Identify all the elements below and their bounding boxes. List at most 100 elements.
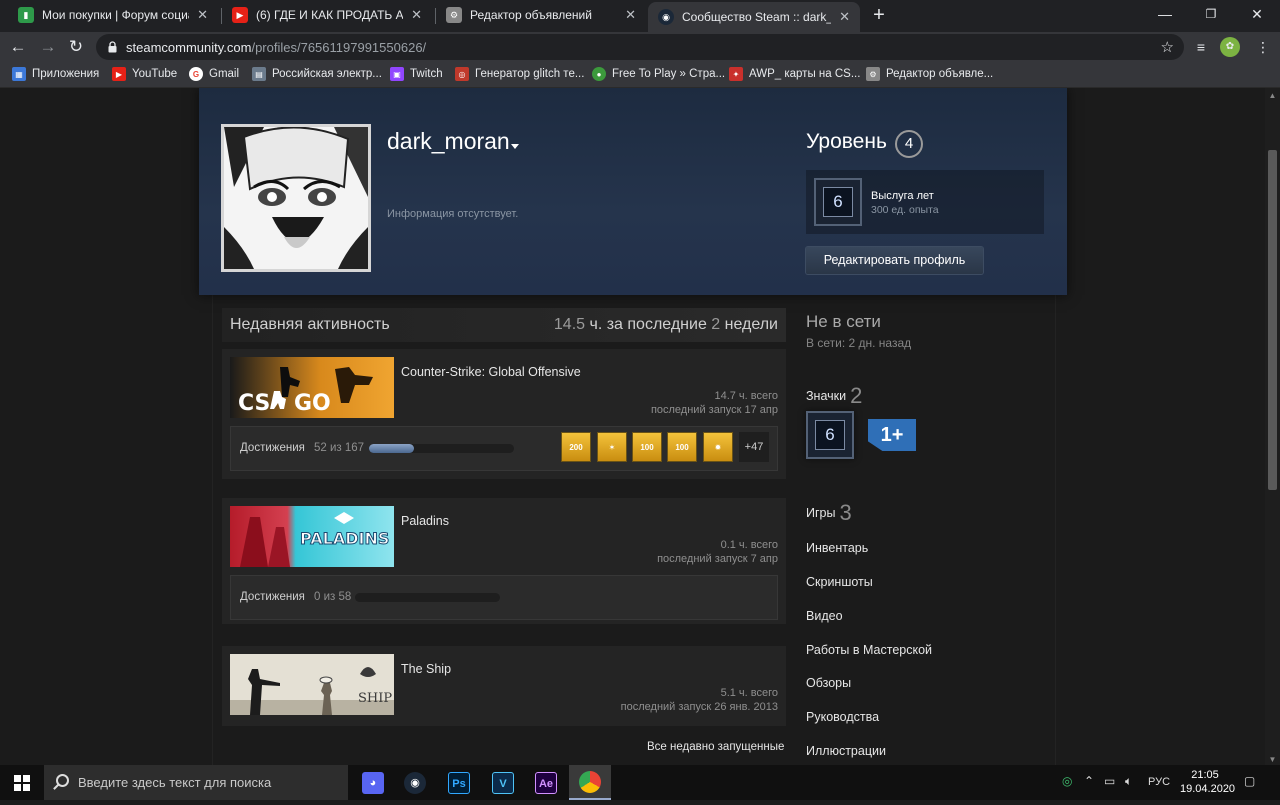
windows-start-button[interactable] (0, 765, 44, 800)
reviews-link[interactable]: Обзоры (806, 676, 851, 690)
back-arrow-icon[interactable]: ← (6, 35, 30, 59)
tab-title: Сообщество Steam :: dark_mora (682, 10, 831, 24)
page-viewport: dark_moran Информация отсутствует. Урове… (0, 88, 1265, 768)
achievement-icon[interactable]: ✶ (597, 432, 627, 462)
more-achievements[interactable]: +47 (739, 432, 769, 462)
csgo-capsule-image[interactable]: CS GO (230, 357, 394, 418)
volume-icon[interactable]: 🔈︎ (1125, 774, 1132, 789)
media-controls-icon[interactable]: ≡ (1190, 36, 1212, 58)
discord-icon: ◕ (362, 771, 384, 794)
menu-dots-icon[interactable]: ⋮ (1252, 36, 1274, 58)
new-tab-button[interactable]: + (868, 4, 890, 26)
bookmark-ad-editor[interactable]: ⚙ Редактор объявле... (866, 67, 993, 81)
taskbar-after-effects[interactable]: Ae (525, 765, 567, 800)
close-icon[interactable]: ✕ (839, 9, 850, 25)
game-name[interactable]: Paladins (401, 514, 449, 528)
language-indicator[interactable]: РУС (1148, 776, 1170, 788)
document-icon: ▤ (252, 67, 266, 81)
bookmark-free-to-play[interactable]: ● Free To Play » Стра... (592, 67, 725, 81)
bookmark-twitch[interactable]: ▣ Twitch (390, 67, 443, 81)
taskbar-vegas[interactable]: V (482, 765, 524, 800)
all-recent-games-link[interactable]: Все недавно запущенные (647, 741, 784, 753)
achievements-count: 52 из 167 (314, 442, 365, 454)
browser-tab-steam[interactable]: ◉ Сообщество Steam :: dark_mora ✕ (648, 2, 860, 32)
profile-avatar[interactable] (221, 124, 371, 272)
close-icon[interactable]: ✕ (411, 7, 422, 23)
network-icon[interactable]: ▭ (1104, 774, 1115, 788)
guides-link[interactable]: Руководства (806, 710, 879, 724)
artwork-link[interactable]: Иллюстрации (806, 744, 886, 758)
chrome-icon (579, 770, 601, 793)
badges-link[interactable]: Значки 2 (806, 383, 862, 409)
scroll-up-icon[interactable]: ▲ (1265, 88, 1280, 103)
taskbar-clock[interactable]: 21:05 19.04.2020 (1180, 768, 1235, 796)
browser-tab-purchases[interactable]: ▮ Мои покупки | Форум социальн ✕ (8, 0, 218, 30)
chevron-down-icon[interactable] (511, 144, 519, 149)
achievements-label: Достижения (240, 591, 305, 603)
achievement-icon[interactable]: 200 (561, 432, 591, 462)
bookmark-gmail[interactable]: G Gmail (189, 67, 239, 81)
last-online: В сети: 2 дн. назад (806, 336, 912, 350)
inventory-link[interactable]: Инвентарь (806, 541, 868, 555)
workshop-link[interactable]: Работы в Мастерской (806, 643, 932, 657)
taskbar-search-box[interactable]: Введите здесь текст для поиска (44, 765, 348, 800)
extension-icon[interactable]: ✿ (1220, 37, 1240, 57)
the-ship-capsule-image[interactable]: SHIP (230, 654, 394, 715)
taskbar-chrome[interactable] (569, 765, 611, 800)
achievements-panel[interactable]: Достижения 0 из 58 (230, 575, 778, 620)
game-name[interactable]: Counter-Strike: Global Offensive (401, 365, 581, 379)
chart-icon: ▮ (18, 7, 34, 23)
bookmark-star-icon[interactable]: ☆ (1161, 38, 1174, 56)
tab-title: Мои покупки | Форум социальн (42, 8, 189, 22)
achievements-panel[interactable]: Достижения 52 из 167 200 ✶ 100 100 ✹ +47 (230, 426, 778, 471)
taskbar-steam[interactable]: ◉ (394, 765, 436, 800)
reload-icon[interactable]: ↻ (64, 35, 88, 59)
notifications-icon[interactable]: ▢ (1244, 774, 1255, 788)
browser-tab-youtube[interactable]: ▶ (6) ГДЕ И КАК ПРОДАТЬ АККАУ ✕ (222, 0, 432, 30)
achievements-progress-fill (369, 444, 414, 453)
achievements-progress-bar (369, 444, 514, 453)
maximize-button[interactable]: ❐ (1188, 0, 1234, 30)
screenshots-link[interactable]: Скриншоты (806, 575, 873, 589)
tab-title: Редактор объявлений (470, 8, 592, 22)
level-badge[interactable]: 4 (895, 130, 923, 158)
tray-status-icon[interactable]: ◎ (1062, 774, 1072, 788)
edit-profile-button[interactable]: Редактировать профиль (806, 247, 983, 274)
paladins-capsule-image[interactable]: PALADINS (230, 506, 394, 567)
scrollbar-thumb[interactable] (1268, 150, 1277, 490)
youtube-icon: ▶ (112, 67, 126, 81)
address-bar[interactable]: steamcommunity.com/profiles/765611979915… (96, 34, 1184, 60)
tray-chevron-up-icon[interactable]: ⌃ (1084, 774, 1094, 788)
svg-text:SHIP: SHIP (358, 691, 392, 706)
close-icon[interactable]: ✕ (197, 7, 208, 23)
badge-name: Выслуга лет (871, 190, 934, 202)
forward-arrow-icon[interactable]: → (36, 35, 60, 59)
browser-tab-ad-editor[interactable]: ⚙ Редактор объявлений ✕ (436, 0, 646, 30)
favorite-badge[interactable]: 6 Выслуга лет 300 ед. опыта (806, 170, 1044, 234)
bookmark-youtube[interactable]: ▶ YouTube (112, 67, 177, 81)
years-badge-icon: 6 (814, 178, 862, 226)
bookmark-ru-library[interactable]: ▤ Российская электр... (252, 67, 382, 81)
bookmark-apps[interactable]: ▦ Приложения (12, 67, 99, 81)
gear-icon: ⚙ (866, 67, 880, 81)
taskbar-discord[interactable]: ◕ (352, 765, 394, 800)
years-of-service-badge[interactable]: 6 (806, 411, 854, 459)
bookmark-awp-maps[interactable]: ✦ AWP_ карты на CS... (729, 67, 860, 81)
achievement-icon[interactable]: 100 (632, 432, 662, 462)
games-link[interactable]: Игры 3 (806, 500, 852, 526)
after-effects-icon: Ae (535, 771, 557, 794)
close-icon[interactable]: ✕ (625, 7, 636, 23)
taskbar-photoshop[interactable]: Ps (438, 765, 480, 800)
search-placeholder: Введите здесь текст для поиска (78, 775, 272, 790)
window-close-button[interactable]: ✕ (1234, 0, 1280, 30)
minimize-button[interactable]: — (1142, 0, 1188, 30)
bookmark-glitch-generator[interactable]: ◎ Генератор glitch те... (455, 67, 584, 81)
game-name[interactable]: The Ship (401, 662, 451, 676)
windows-logo-icon (14, 775, 30, 791)
achievements-label: Достижения (240, 442, 305, 454)
profile-name[interactable]: dark_moran (387, 128, 510, 155)
achievement-icon[interactable]: ✹ (703, 432, 733, 462)
videos-link[interactable]: Видео (806, 609, 843, 623)
url-text: steamcommunity.com/profiles/765611979915… (126, 40, 427, 55)
achievement-icon[interactable]: 100 (667, 432, 697, 462)
